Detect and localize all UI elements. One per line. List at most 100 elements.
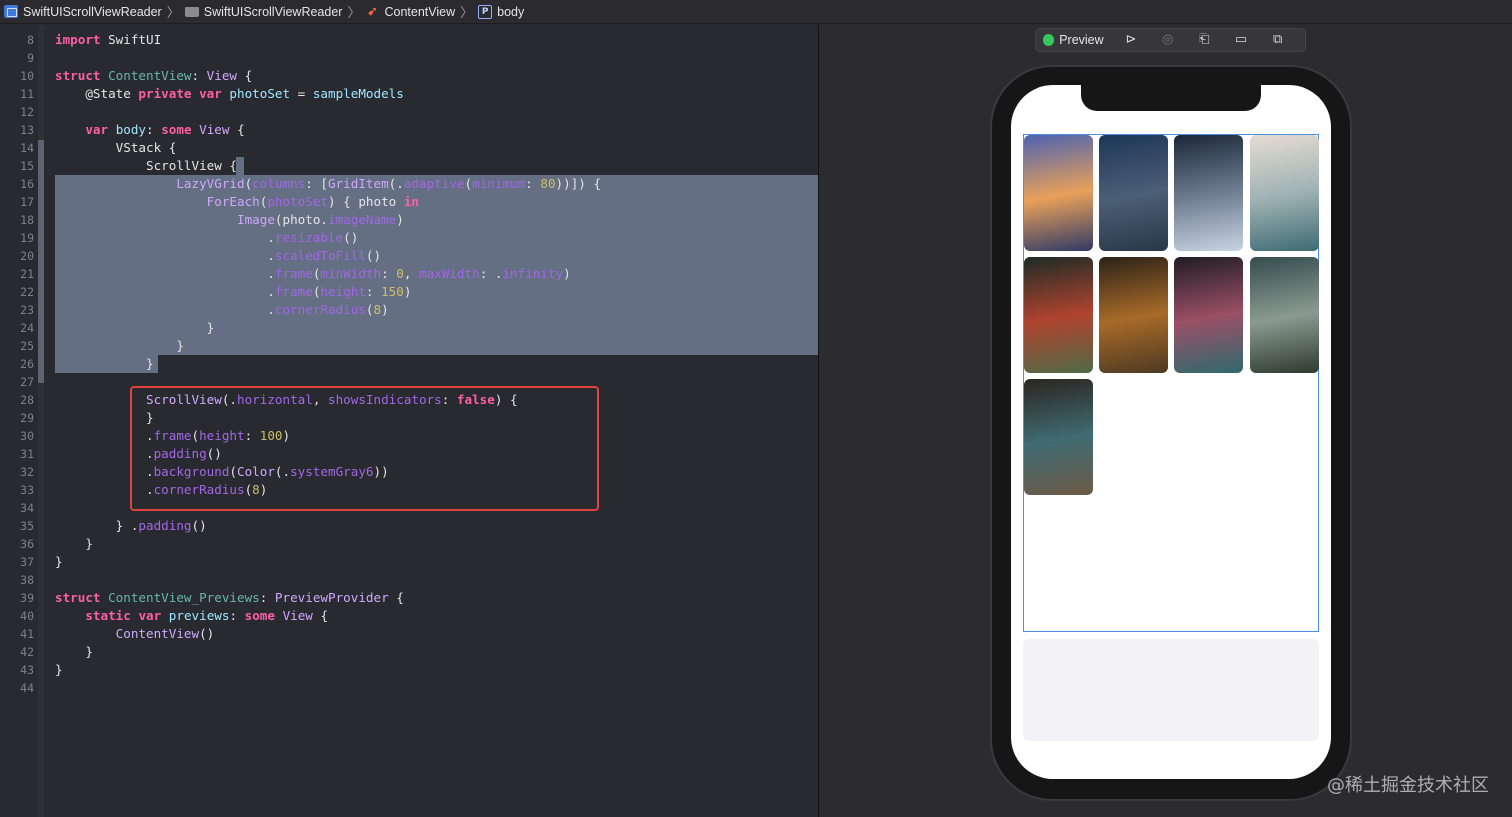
code-token: } <box>55 338 184 353</box>
code-line[interactable]: 20 .scaledToFill() <box>0 247 818 265</box>
code-token: () <box>365 248 382 263</box>
code-token: minimum <box>472 176 526 191</box>
code-token: } <box>55 356 154 371</box>
code-line[interactable]: 16 LazyVGrid (columns: [GridItem(.adaptiv… <box>0 175 818 193</box>
source-editor[interactable]: 8 import SwiftUI 9 10 struct ContentView: Vi… <box>0 25 818 817</box>
line-number: 28 <box>20 393 34 407</box>
preview-label[interactable]: Preview <box>1059 33 1103 47</box>
code-line[interactable]: 26 } <box>0 355 818 373</box>
code-token: adaptive <box>403 176 465 191</box>
horizontal-scrollview-placeholder[interactable] <box>1023 639 1319 741</box>
code-line[interactable]: 12 <box>0 103 818 121</box>
code-text: } <box>55 337 184 355</box>
code-line[interactable]: 38 <box>0 571 818 589</box>
line-number: 44 <box>20 681 34 695</box>
code-line[interactable]: 22 .frame(height: 150) <box>0 283 818 301</box>
code-token: () <box>343 230 359 245</box>
code-token: some <box>244 608 275 623</box>
code-token: 8 <box>373 302 382 317</box>
code-line[interactable]: 8 import SwiftUI <box>0 31 818 49</box>
breadcrumb-folder[interactable]: SwiftUIScrollViewReader <box>184 5 342 19</box>
code-line[interactable]: 43} <box>0 661 818 679</box>
code-token: ) { photo <box>328 194 404 209</box>
code-line[interactable]: 19 .resizable() <box>0 229 818 247</box>
photo-lake-castle-sunset <box>1024 135 1093 251</box>
duplicate-preview-icon[interactable]: ⧉ <box>1268 31 1287 49</box>
code-token: frame <box>274 284 313 299</box>
code-line[interactable]: 37} <box>0 553 818 571</box>
code-token: ContentView <box>115 626 200 641</box>
code-token: columns <box>252 176 306 191</box>
code-line[interactable]: 42 } <box>0 643 818 661</box>
breadcrumb-property-label: body <box>497 4 525 19</box>
line-number: 34 <box>20 501 34 515</box>
code-text: struct ContentView: View { <box>55 67 252 85</box>
code-text: var body: some View { <box>55 121 244 139</box>
code-line[interactable]: 15 ScrollView { <box>0 157 818 175</box>
code-text: } .padding() <box>55 517 207 535</box>
code-token: padding <box>138 518 192 533</box>
code-line[interactable]: 36 } <box>0 535 818 553</box>
code-token: minWidth <box>320 266 382 281</box>
line-number: 40 <box>20 609 34 623</box>
code-token: PreviewProvider <box>274 590 389 605</box>
photo-grid-scrollview[interactable] <box>1023 134 1319 632</box>
code-line[interactable]: 41 ContentView() <box>0 625 818 643</box>
breadcrumb-file[interactable]: ➹ ContentView <box>365 5 455 19</box>
code-token: previews <box>168 608 230 623</box>
code-line[interactable]: 10 struct ContentView: View { <box>0 67 818 85</box>
code-line[interactable]: 44 <box>0 679 818 697</box>
line-number: 43 <box>20 663 34 677</box>
breadcrumb-project[interactable]: SwiftUIScrollViewReader <box>4 5 162 19</box>
line-number: 11 <box>20 87 34 101</box>
code-line[interactable]: 14 VStack { <box>0 139 818 157</box>
code-text: static var previews: some View { <box>55 607 328 625</box>
inspect-icon[interactable]: ◎ <box>1158 31 1177 49</box>
watermark: @稀土掘金技术社区 <box>1327 775 1489 796</box>
photo-forest-road-aerial <box>1099 257 1168 373</box>
code-line[interactable]: 11 @State private var photoSet = sampleM… <box>0 85 818 103</box>
code-text: } <box>55 319 215 337</box>
code-line[interactable]: 18 Image(photo.imageName) <box>0 211 818 229</box>
code-token: () <box>191 518 207 533</box>
code-text: VStack { <box>55 139 177 157</box>
line-number: 20 <box>20 249 34 263</box>
preview-canvas: Preview ⊳ ◎ ⎗ ▭ ⧉ <box>819 25 1512 817</box>
code-line[interactable]: 23 .cornerRadius(8) <box>0 301 818 319</box>
code-line[interactable]: 39 struct ContentView_Previews: PreviewPr… <box>0 589 818 607</box>
photo-snowy-mountain-village <box>1174 135 1243 251</box>
code-token: : <box>365 284 382 299</box>
code-line[interactable]: 21 .frame(minWidth: 0, maxWidth: .infini… <box>0 265 818 283</box>
photo-blue-cliff <box>1099 135 1168 251</box>
code-token: sampleModels <box>312 86 404 101</box>
code-token: . <box>55 266 275 281</box>
code-line[interactable]: 35 } .padding() <box>0 517 818 535</box>
code-token: photoSet <box>267 194 328 209</box>
device-settings-icon[interactable]: ▭ <box>1232 31 1251 49</box>
code-token: ) <box>396 212 404 227</box>
code-token: } <box>55 644 93 659</box>
code-token: , <box>403 266 420 281</box>
code-token: scaledToFill <box>274 248 366 263</box>
live-preview-icon[interactable]: ⊳ <box>1122 31 1141 49</box>
code-token: ContentView <box>108 68 192 83</box>
code-line[interactable]: 13 var body: some View { <box>0 121 818 139</box>
code-text: LazyVGrid(columns: [GridItem(.adaptive(m… <box>55 175 601 193</box>
code-token: 150 <box>381 284 404 299</box>
code-line[interactable]: 40 static var previews: some View { <box>0 607 818 625</box>
code-token: . <box>55 248 275 263</box>
breadcrumb-property[interactable]: P body <box>478 4 525 19</box>
line-number: 13 <box>20 123 34 137</box>
line-number: 32 <box>20 465 34 479</box>
rotate-device-icon[interactable]: ⎗ <box>1195 31 1214 49</box>
code-line[interactable]: 24 } <box>0 319 818 337</box>
code-token: cornerRadius <box>274 302 366 317</box>
code-line[interactable]: 17 ForEach(photoSet) { photo in <box>0 193 818 211</box>
line-number: 10 <box>20 69 34 83</box>
code-line[interactable]: 25 } <box>0 337 818 355</box>
code-token: : [ <box>305 176 328 191</box>
code-token: : <box>191 68 207 83</box>
code-line[interactable]: 9 <box>0 49 818 67</box>
